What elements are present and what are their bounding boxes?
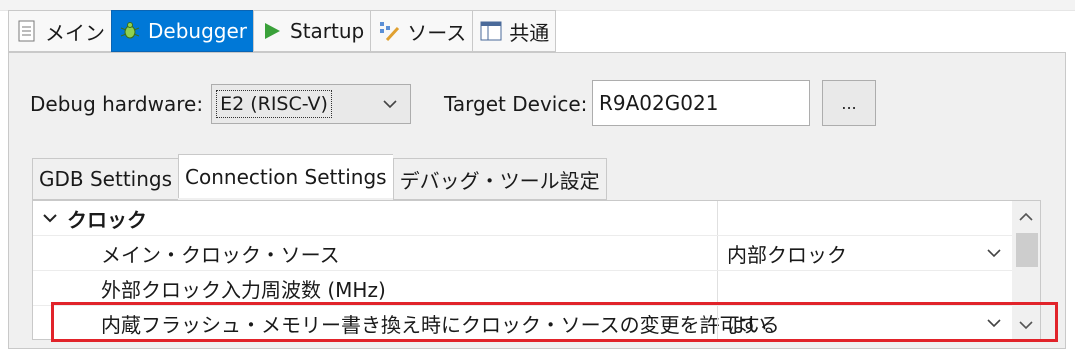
column-separator	[717, 236, 718, 270]
target-device-input[interactable]: R9A02G021	[592, 80, 810, 126]
debug-hardware-select[interactable]: E2 (RISC-V)	[211, 84, 412, 124]
group-row-clock[interactable]: クロック	[33, 201, 1012, 236]
tab-gdb-settings[interactable]: GDB Settings	[32, 158, 179, 200]
bug-icon	[118, 19, 142, 43]
source-icon	[377, 19, 401, 43]
property-value: はい	[727, 312, 767, 337]
browse-device-button[interactable]: ...	[822, 80, 876, 126]
property-value: 内部クロック	[727, 242, 847, 267]
play-icon	[260, 19, 284, 43]
column-separator	[717, 271, 718, 305]
chevron-down-icon[interactable]	[39, 207, 61, 229]
table-row[interactable]: メイン・クロック・ソース 内部クロック	[33, 236, 1012, 271]
property-name: メイン・クロック・ソース	[101, 242, 340, 267]
tab-connection-settings[interactable]: Connection Settings	[178, 154, 393, 198]
document-icon	[15, 19, 39, 43]
scrollbar-thumb[interactable]	[1016, 233, 1038, 267]
scroll-up-icon[interactable]	[1016, 207, 1036, 227]
tab-debugger-label: Debugger	[148, 19, 247, 43]
tab-common-label: 共通	[509, 20, 550, 45]
vertical-scrollbar[interactable]	[1012, 201, 1040, 339]
property-value-field[interactable]	[719, 271, 1012, 305]
tab-source[interactable]: ソース	[370, 10, 473, 52]
chevron-down-icon[interactable]	[984, 313, 1004, 333]
chevron-down-icon[interactable]	[984, 243, 1004, 263]
column-separator	[717, 306, 718, 339]
tab-debug-tool-settings[interactable]: デバッグ・ツール設定	[392, 158, 607, 200]
tab-common[interactable]: 共通	[472, 10, 557, 52]
debug-hardware-value: E2 (RISC-V)	[216, 90, 332, 118]
settings-subtabs: GDB Settings Connection Settings デバッグ・ツー…	[32, 154, 607, 200]
chevron-down-icon	[380, 93, 400, 115]
property-value-select[interactable]: はい	[719, 306, 1012, 339]
launch-config-tabs: メイン Debugger Startup ソース 共通	[8, 10, 557, 52]
debug-hardware-label: Debug hardware:	[30, 92, 204, 116]
table-row[interactable]: 外部クロック入力周波数 (MHz)	[33, 271, 1012, 306]
property-name: 外部クロック入力周波数 (MHz)	[101, 277, 386, 302]
column-separator	[717, 201, 718, 235]
table-row[interactable]: 内蔵フラッシュ・メモリー書き換え時にクロック・ソースの変更を許可する はい	[33, 306, 1012, 339]
target-device-label: Target Device:	[444, 92, 588, 116]
property-value-select[interactable]: 内部クロック	[719, 236, 1012, 270]
scroll-down-icon[interactable]	[1016, 315, 1036, 335]
group-toggle: クロック	[39, 201, 147, 235]
debug-hardware-row: Debug hardware: E2 (RISC-V)	[30, 84, 412, 124]
tab-debugger[interactable]: Debugger	[111, 10, 253, 52]
property-name: 内蔵フラッシュ・メモリー書き換え時にクロック・ソースの変更を許可する	[101, 312, 780, 337]
tab-startup-label: Startup	[290, 19, 365, 43]
tab-startup[interactable]: Startup	[253, 10, 371, 52]
group-label-clock: クロック	[67, 207, 147, 232]
connection-property-grid: クロック メイン・クロック・ソース 内部クロック 外部クロック入力周波数 (MH…	[32, 200, 1041, 340]
tab-main-label: メイン	[45, 20, 105, 45]
tab-main[interactable]: メイン	[8, 10, 111, 52]
tab-source-label: ソース	[407, 20, 467, 45]
table-icon	[479, 19, 503, 43]
